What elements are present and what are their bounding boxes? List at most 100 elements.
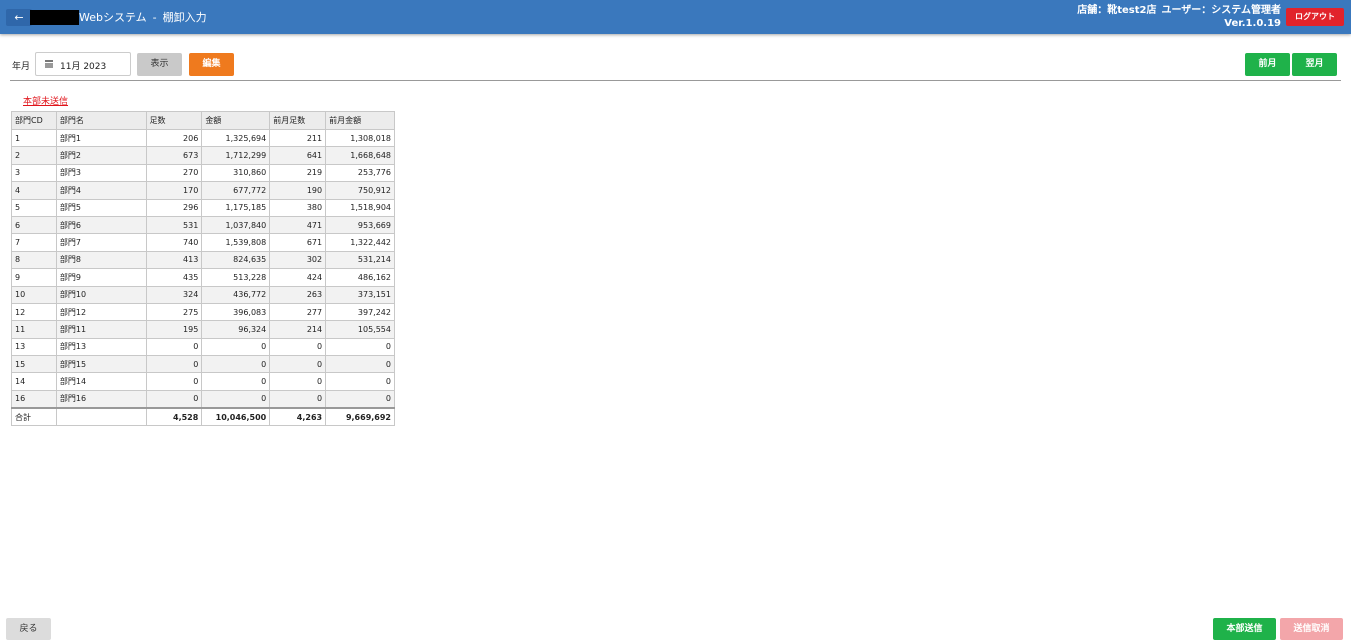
- cell-dept-cd: 10: [11, 285, 57, 304]
- cell-dept-name: 部門14: [55, 372, 147, 391]
- prev-month-button[interactable]: 前月: [1245, 53, 1290, 76]
- cell-prev-qty: 424: [269, 268, 327, 287]
- cell-prev-qty: 302: [269, 250, 327, 270]
- table-row[interactable]: 7 部門7 740 1,539,808 671 1,322,442: [11, 233, 395, 252]
- col-header-prev-amount[interactable]: 前月金額: [325, 111, 395, 130]
- cancel-send-button[interactable]: 送信取消: [1280, 618, 1343, 640]
- cell-prev-amount: 1,322,442: [325, 233, 395, 252]
- cell-amount: 677,772: [201, 181, 271, 200]
- table-row[interactable]: 8 部門8 413 824,635 302 531,214: [11, 250, 395, 270]
- cell-dept-name: 部門8: [55, 250, 147, 270]
- next-month-button[interactable]: 翌月: [1292, 53, 1337, 76]
- cell-prev-qty: 641: [269, 146, 327, 165]
- col-header-dept-cd[interactable]: 部門CD: [11, 111, 57, 130]
- cell-dept-name: 部門2: [55, 146, 147, 165]
- cell-prev-qty: 0: [269, 355, 327, 374]
- cell-dept-cd: 16: [11, 389, 57, 409]
- cell-amount: 1,175,185: [201, 198, 271, 217]
- table-row[interactable]: 10 部門10 324 436,772 263 373,151: [11, 285, 395, 304]
- cell-dept-cd: 13: [11, 337, 57, 357]
- cell-qty: 324: [145, 285, 203, 304]
- toolbar: 年月 11月 2023 表示 編集 前月 翌月: [0, 50, 1351, 80]
- send-to-hq-button[interactable]: 本部送信: [1213, 618, 1276, 640]
- total-prev-amount: 9,669,692: [325, 406, 395, 427]
- cell-dept-cd: 3: [11, 163, 57, 183]
- cell-prev-amount: 531,214: [325, 250, 395, 270]
- user-info: 店舗：靴test2店 ユーザー：システム管理者 Ver.1.0.19: [1072, 4, 1281, 30]
- cell-qty: 270: [145, 163, 203, 183]
- table-row[interactable]: 12 部門12 275 396,083 277 397,242: [11, 302, 395, 322]
- cell-dept-cd: 15: [11, 355, 57, 374]
- table-total-row: 合計 4,528 10,046,500 4,263 9,669,692: [11, 406, 395, 427]
- cell-dept-cd: 4: [11, 181, 57, 200]
- table-row[interactable]: 4 部門4 170 677,772 190 750,912: [11, 181, 395, 200]
- return-button[interactable]: 戻る: [6, 618, 51, 640]
- cell-dept-name: 部門11: [55, 320, 147, 339]
- month-picker[interactable]: 11月 2023: [35, 52, 131, 76]
- cell-qty: 296: [145, 198, 203, 217]
- total-empty-cell: [55, 406, 147, 427]
- cell-amount: 310,860: [201, 163, 271, 183]
- cell-qty: 0: [145, 355, 203, 374]
- table-row[interactable]: 2 部門2 673 1,712,299 641 1,668,648: [11, 146, 395, 165]
- cell-qty: 0: [145, 337, 203, 357]
- table-row[interactable]: 3 部門3 270 310,860 219 253,776: [11, 163, 395, 183]
- cell-prev-amount: 750,912: [325, 181, 395, 200]
- table-row[interactable]: 11 部門11 195 96,324 214 105,554: [11, 320, 395, 339]
- cell-dept-cd: 12: [11, 302, 57, 322]
- cell-amount: 396,083: [201, 302, 271, 322]
- cell-prev-qty: 214: [269, 320, 327, 339]
- show-button[interactable]: 表示: [137, 53, 182, 76]
- table-row[interactable]: 5 部門5 296 1,175,185 380 1,518,904: [11, 198, 395, 217]
- app-header: ← Webシステム - 棚卸入力 店舗：靴test2店 ユーザー：システム管理者 Ve…: [0, 0, 1351, 34]
- cell-prev-qty: 277: [269, 302, 327, 322]
- table-row[interactable]: 15 部門15 0 0 0 0: [11, 355, 395, 374]
- cell-dept-name: 部門6: [55, 215, 147, 235]
- cell-prev-amount: 1,308,018: [325, 128, 395, 148]
- cell-dept-name: 部門1: [55, 128, 147, 148]
- cell-prev-qty: 380: [269, 198, 327, 217]
- cell-dept-name: 部門5: [55, 198, 147, 217]
- table-header-row: 部門CD 部門名 足数 金額 前月足数 前月金額: [11, 111, 395, 130]
- cell-dept-cd: 1: [11, 128, 57, 148]
- cell-qty: 435: [145, 268, 203, 287]
- table-row[interactable]: 1 部門1 206 1,325,694 211 1,308,018: [11, 128, 395, 148]
- cell-prev-qty: 0: [269, 372, 327, 391]
- cell-dept-cd: 11: [11, 320, 57, 339]
- inventory-table: 部門CD 部門名 足数 金額 前月足数 前月金額 1 部門1 206 1,325,69…: [11, 111, 395, 427]
- table-row[interactable]: 16 部門16 0 0 0 0: [11, 389, 395, 409]
- cell-dept-cd: 14: [11, 372, 57, 391]
- cell-prev-qty: 190: [269, 181, 327, 200]
- col-header-dept-name[interactable]: 部門名: [55, 111, 147, 130]
- cell-prev-qty: 471: [269, 215, 327, 235]
- cell-qty: 195: [145, 320, 203, 339]
- back-arrow-button[interactable]: ←: [6, 9, 32, 26]
- cell-dept-cd: 7: [11, 233, 57, 252]
- cell-prev-amount: 0: [325, 389, 395, 409]
- cell-prev-amount: 105,554: [325, 320, 395, 339]
- cell-dept-name: 部門9: [55, 268, 147, 287]
- cell-amount: 0: [201, 355, 271, 374]
- total-amount: 10,046,500: [201, 406, 271, 427]
- cell-prev-amount: 1,668,648: [325, 146, 395, 165]
- version-label: Ver.1.0.19: [1224, 18, 1281, 29]
- cell-qty: 206: [145, 128, 203, 148]
- table-row[interactable]: 13 部門13 0 0 0 0: [11, 337, 395, 357]
- table-row[interactable]: 6 部門6 531 1,037,840 471 953,669: [11, 215, 395, 235]
- cell-qty: 0: [145, 372, 203, 391]
- cell-amount: 436,772: [201, 285, 271, 304]
- cell-prev-amount: 486,162: [325, 268, 395, 287]
- cell-prev-qty: 0: [269, 389, 327, 409]
- edit-button[interactable]: 編集: [189, 53, 234, 76]
- cell-qty: 0: [145, 389, 203, 409]
- col-header-prev-qty[interactable]: 前月足数: [269, 111, 327, 130]
- logout-button[interactable]: ログアウト: [1286, 8, 1344, 26]
- cell-prev-amount: 953,669: [325, 215, 395, 235]
- cell-prev-qty: 211: [269, 128, 327, 148]
- hq-unsent-link[interactable]: 本部未送信: [23, 94, 68, 107]
- table-row[interactable]: 14 部門14 0 0 0 0: [11, 372, 395, 391]
- table-row[interactable]: 9 部門9 435 513,228 424 486,162: [11, 268, 395, 287]
- col-header-amount[interactable]: 金額: [201, 111, 271, 130]
- cell-dept-name: 部門3: [55, 163, 147, 183]
- col-header-qty[interactable]: 足数: [145, 111, 203, 130]
